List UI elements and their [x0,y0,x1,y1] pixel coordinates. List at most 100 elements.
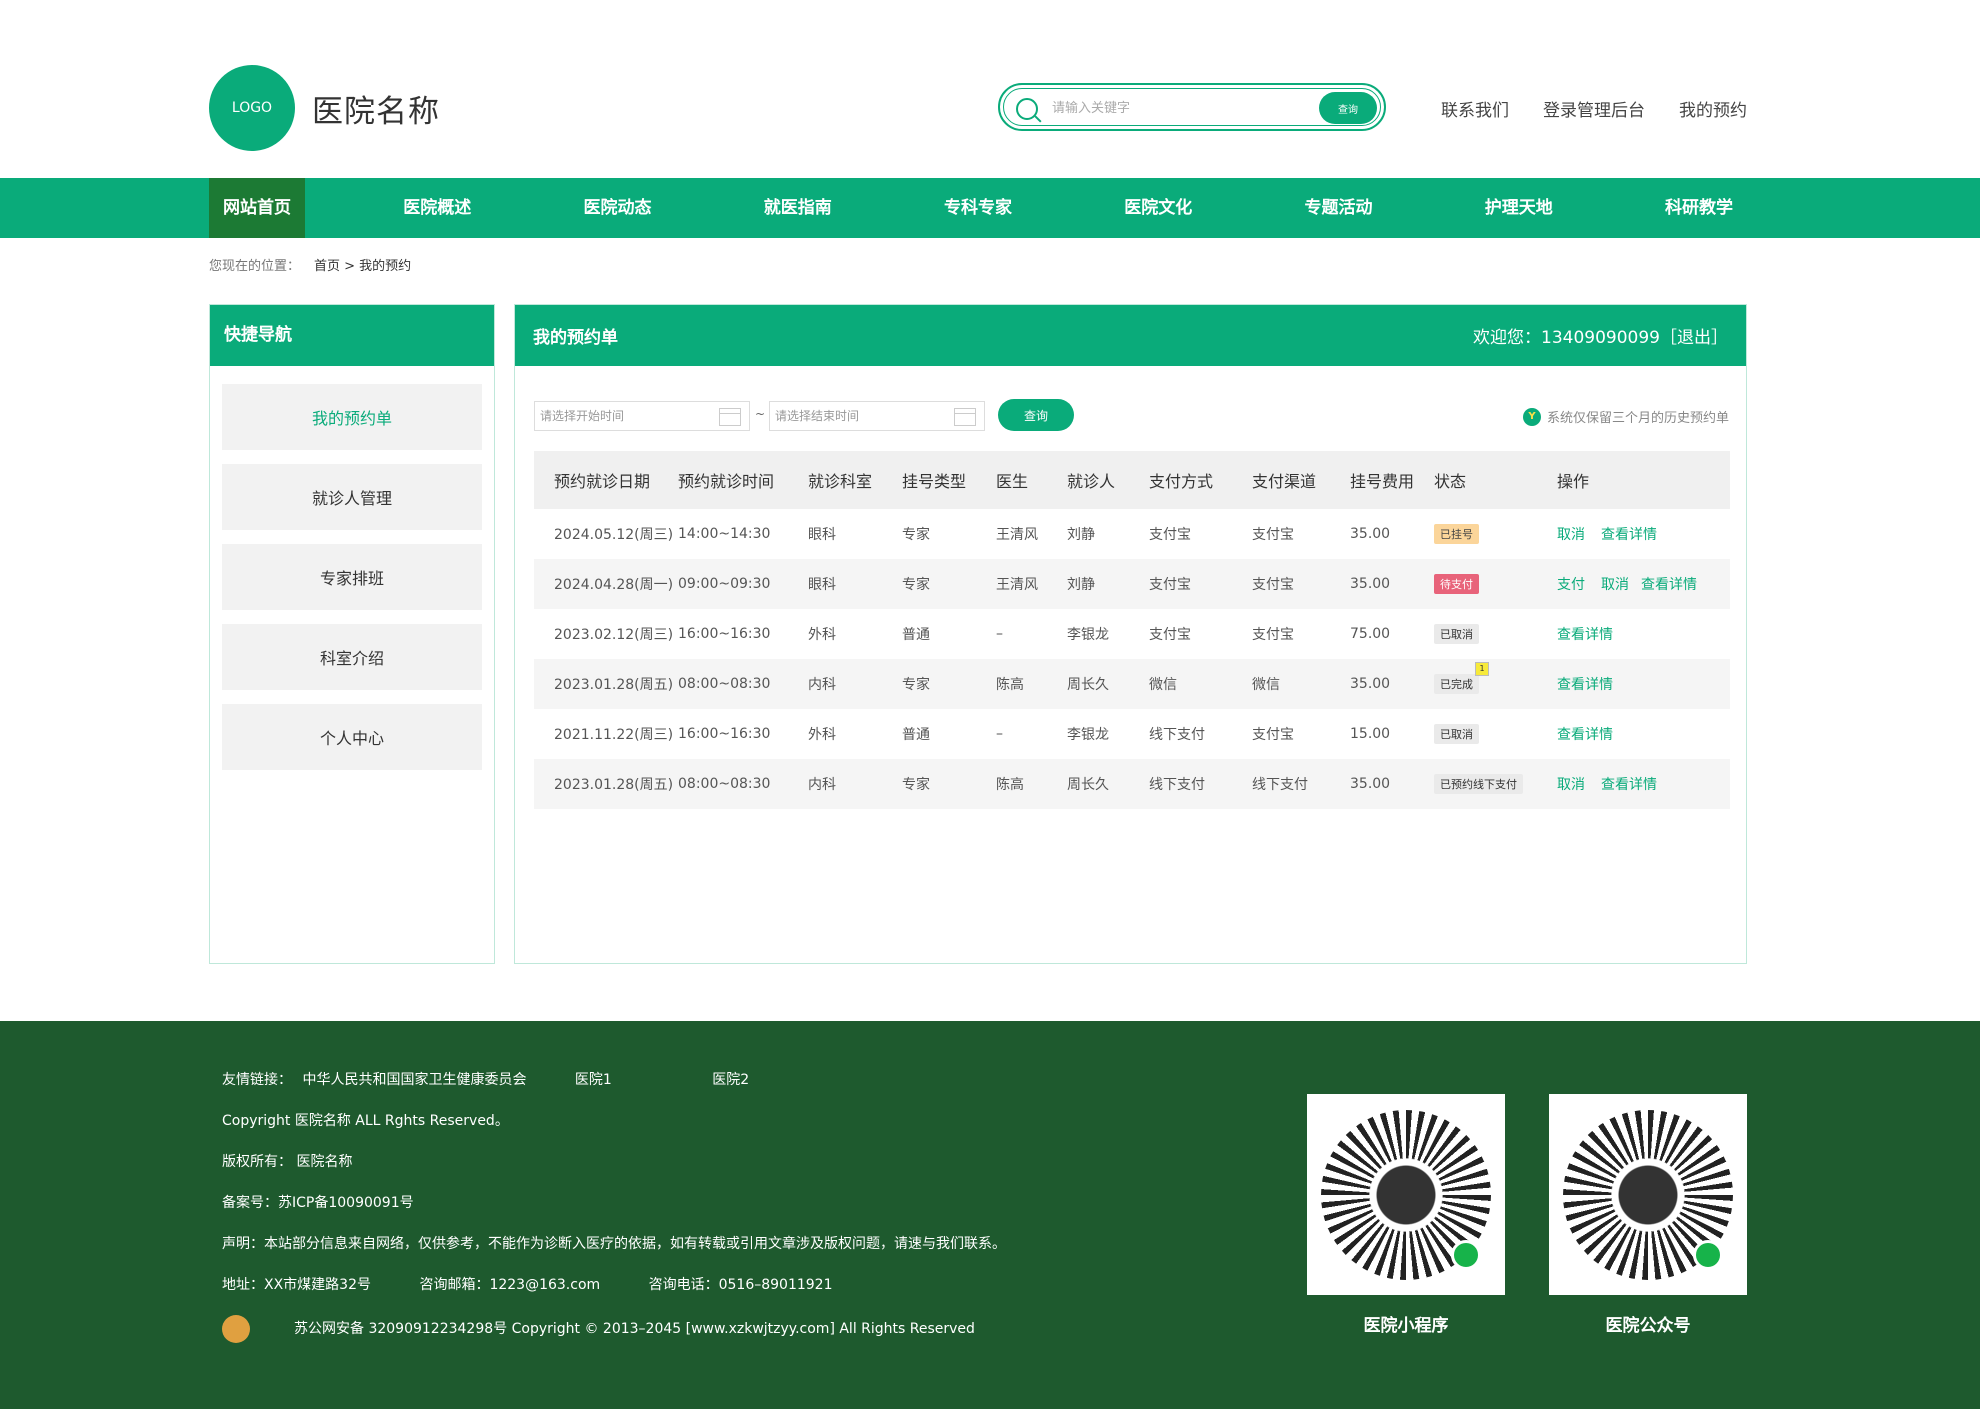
main-nav: 网站首页 医院概述 医院动态 就医指南 专科专家 医院文化 专题活动 护理天地 … [0,178,1980,238]
top-links: 联系我们 登录管理后台 我的预约 [1441,96,1747,121]
police-record: 苏公网安备 32090912234298号 Copyright © 2013–2… [222,1315,1019,1356]
table-row: 2023.01.28(周五) 08:00~08:30 内科 专家 陈高 周长久 … [534,759,1730,809]
cell-department: 眼科 [808,527,836,543]
cell-pay-channel: 线下支付 [1252,777,1308,793]
friend-link[interactable]: 医院2 [712,1072,749,1088]
cell-department: 眼科 [808,577,836,593]
appointments-table: 预约就诊日期 预约就诊时间 就诊科室 挂号类型 医生 就诊人 支付方式 支付渠道… [534,451,1730,809]
table-row: 2023.01.28(周五) 08:00~08:30 内科 专家 陈高 周长久 … [534,659,1730,709]
col-date: 预约就诊日期 [554,472,651,491]
cell-patient: 周长久 [1067,677,1109,693]
cell-pay-channel: 支付宝 [1252,577,1294,593]
site-name[interactable]: 医院名称 [312,86,440,131]
filters: 请选择开始时间 ~ 请选择结束时间 查询 Y 系统仅保留三个月的历史预约单 [534,399,1729,433]
details-link[interactable]: 查看详情 [1557,627,1613,643]
nav-research[interactable]: 科研教学 [1651,178,1747,238]
sidebar-item-schedule[interactable]: 专家排班 [222,544,482,610]
cancel-link[interactable]: 取消 [1601,577,1629,593]
qr-label: 医院公众号 [1605,1316,1691,1336]
details-link[interactable]: 查看详情 [1641,577,1697,593]
cell-patient: 周长久 [1067,777,1109,793]
cell-pay-method: 支付宝 [1149,527,1191,543]
end-date-input[interactable]: 请选择结束时间 [769,401,985,431]
sidebar-item-departments[interactable]: 科室介绍 [222,624,482,690]
status-badge: 已完成 [1434,662,1489,694]
sidebar-item-my-appointments[interactable]: 我的预约单 [222,384,482,450]
welcome-logout[interactable]: 欢迎您：13409090099［退出］ [1473,323,1728,348]
details-link[interactable]: 查看详情 [1601,527,1657,543]
cell-fee: 35.00 [1350,526,1391,542]
col-status: 状态 [1434,472,1467,491]
cell-department: 内科 [808,677,836,693]
sidebar-item-patients[interactable]: 就诊人管理 [222,464,482,530]
contact-info: 地址：XX市煤建路32号 咨询邮箱：1223@163.com 咨询电话：0516… [222,1274,1019,1315]
copyright: Copyright 医院名称 ALL Rghts Reserved。 [222,1113,509,1129]
table-row: 2024.05.12(周三) 14:00~14:30 眼科 专家 王清风 刘静 … [534,509,1730,559]
cell-date: 2024.05.12(周三) [554,527,674,543]
admin-login-link[interactable]: 登录管理后台 [1543,96,1645,121]
cell-doctor: 陈高 [996,777,1024,793]
police-emblem-icon [222,1315,250,1343]
breadcrumb: 您现在的位置： 首页 > 我的预约 [209,255,1747,274]
nav-news[interactable]: 医院动态 [570,178,666,238]
footer: 友情链接： 中华人民共和国国家卫生健康委员会 医院1 医院2 Copyright… [0,1021,1980,1409]
nav-nursing[interactable]: 护理天地 [1471,178,1567,238]
logo[interactable]: LOGO [209,65,295,151]
cancel-link[interactable]: 取消 [1557,527,1585,543]
col-type: 挂号类型 [902,472,967,491]
cell-pay-method: 支付宝 [1149,627,1191,643]
cell-pay-method: 微信 [1149,677,1177,693]
my-appointments-link[interactable]: 我的预约 [1679,96,1747,121]
search-icon [1016,98,1038,120]
qr-code-icon [1321,1109,1491,1280]
start-date-input[interactable]: 请选择开始时间 [534,401,750,431]
cell-time: 14:00~14:30 [678,526,771,542]
cell-date: 2023.01.28(周五) [554,677,674,693]
phone: 咨询电话：0516–89011921 [648,1277,833,1293]
start-date-placeholder: 请选择开始时间 [540,409,625,423]
cell-fee: 15.00 [1350,726,1391,742]
details-link[interactable]: 查看详情 [1557,677,1613,693]
sidebar-item-profile[interactable]: 个人中心 [222,704,482,770]
search-button[interactable]: 查询 [1319,92,1377,124]
status-badge: 已预约线下支付 [1434,774,1523,794]
cell-department: 外科 [808,727,836,743]
nav-home[interactable]: 网站首页 [209,178,305,238]
query-button[interactable]: 查询 [998,399,1074,431]
cell-pay-method: 线下支付 [1149,777,1205,793]
pay-link[interactable]: 支付 [1557,577,1585,593]
friend-link[interactable]: 医院1 [575,1072,612,1088]
details-link[interactable]: 查看详情 [1601,777,1657,793]
calendar-icon[interactable] [719,408,741,426]
cell-fee: 35.00 [1350,576,1391,592]
friend-link[interactable]: 中华人民共和国国家卫生健康委员会 [302,1072,526,1088]
details-link[interactable]: 查看详情 [1557,727,1613,743]
email: 咨询邮箱：1223@163.com [419,1277,601,1293]
search-input[interactable] [1052,95,1312,121]
col-pay-method: 支付方式 [1149,472,1214,491]
cell-type: 专家 [902,777,930,793]
cell-time: 08:00~08:30 [678,776,771,792]
qr-label: 医院小程序 [1363,1316,1449,1336]
statement: 声明：本站部分信息来自网络，仅供参考，不能作为诊断入医疗的依据，如有转载或引用文… [222,1236,1006,1252]
nav-experts[interactable]: 专科专家 [930,178,1026,238]
calendar-icon[interactable] [954,408,976,426]
status-badge: 已取消 [1434,724,1479,744]
cell-type: 专家 [902,677,930,693]
cell-time: 08:00~08:30 [678,676,771,692]
nav-culture[interactable]: 医院文化 [1110,178,1206,238]
cell-pay-channel: 支付宝 [1252,527,1294,543]
header: LOGO 医院名称 查询 联系我们 登录管理后台 我的预约 [209,0,1747,178]
nav-overview[interactable]: 医院概述 [389,178,485,238]
nav-events[interactable]: 专题活动 [1291,178,1387,238]
nav-guide[interactable]: 就医指南 [750,178,846,238]
col-pay-channel: 支付渠道 [1252,472,1317,491]
breadcrumb-path[interactable]: 首页 > 我的预约 [314,259,411,274]
cancel-link[interactable]: 取消 [1557,777,1585,793]
friend-links-label: 友情链接： [222,1072,292,1088]
info-icon: Y [1522,407,1541,426]
qr-miniprogram: 医院小程序 [1307,1094,1505,1336]
contact-link[interactable]: 联系我们 [1441,96,1509,121]
police-record-text: 苏公网安备 32090912234298号 Copyright © 2013–2… [294,1321,975,1337]
icp-record: 备案号：苏ICP备10090091号 [222,1195,414,1211]
